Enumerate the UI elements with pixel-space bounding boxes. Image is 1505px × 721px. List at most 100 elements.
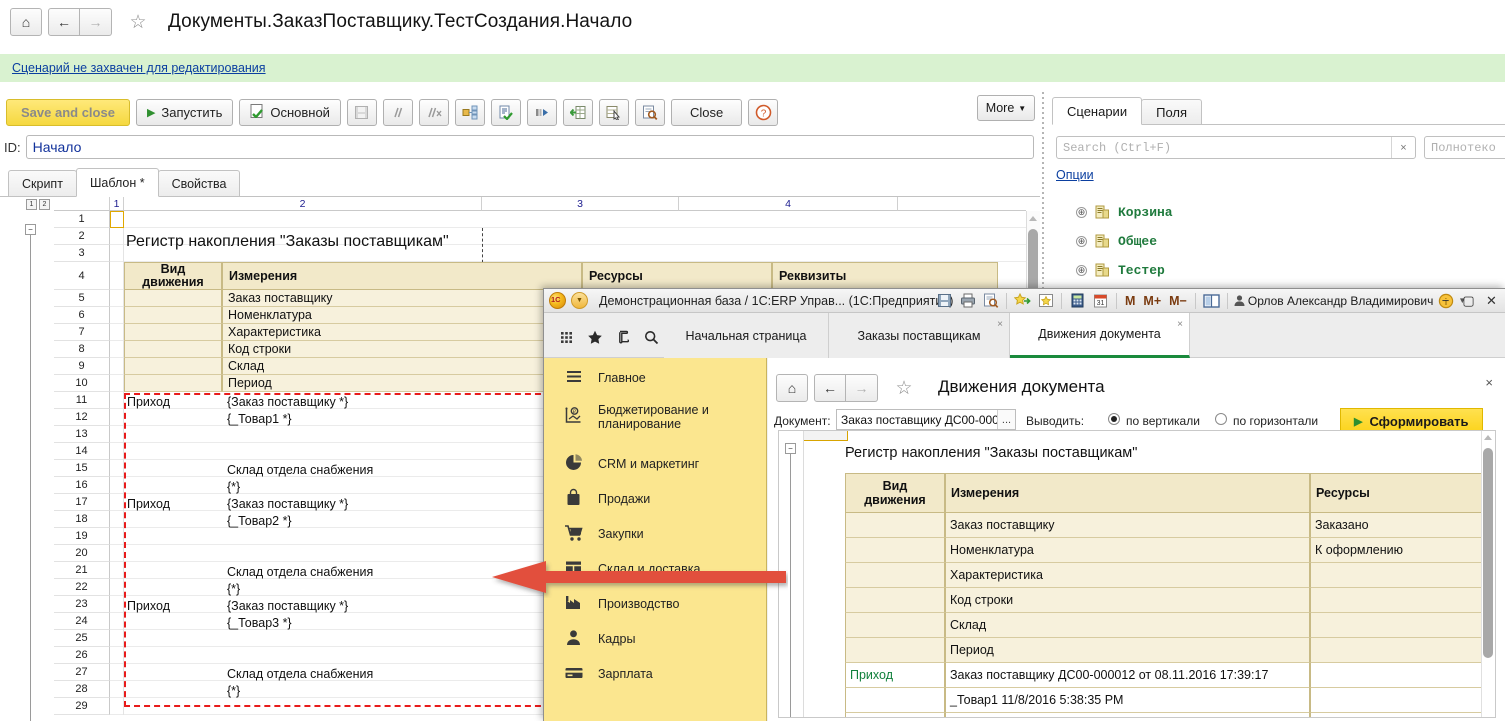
save-and-close-button[interactable]: Save and close <box>6 99 130 126</box>
sidebar-item-budgeting[interactable]: ₽ Бюджетирование и планирование <box>544 395 767 439</box>
scroll-up-arrow-icon[interactable] <box>1484 435 1492 440</box>
help-icon[interactable]: ? <box>748 99 778 126</box>
sidebar-item-warehouse[interactable]: Склад и доставка <box>544 551 767 586</box>
memory-recall-button[interactable]: M <box>1122 294 1138 308</box>
insert-table-icon[interactable] <box>563 99 593 126</box>
options-link[interactable]: Опции <box>1056 168 1094 182</box>
favorite-star-icon[interactable]: ☆ <box>124 8 152 36</box>
star-icon[interactable] <box>582 326 608 348</box>
row-header[interactable]: 26 <box>54 647 110 664</box>
column-header-4[interactable]: 4 <box>679 197 898 211</box>
search-input[interactable] <box>1057 137 1391 158</box>
structure-tree-icon[interactable] <box>455 99 485 126</box>
main-button[interactable]: Основной <box>239 99 341 126</box>
report-spreadsheet[interactable]: − Регистр накопления "Заказы поставщикам… <box>778 430 1496 718</box>
row-header[interactable]: 18 <box>54 511 110 528</box>
tab-document-movements[interactable]: Движения документа × <box>1010 313 1190 358</box>
row-header[interactable]: 29 <box>54 698 110 715</box>
document-picker-button[interactable]: ... <box>997 410 1015 429</box>
home-icon[interactable]: ⌂ <box>776 374 808 402</box>
column-header-1[interactable]: 1 <box>110 197 124 211</box>
memory-subtract-button[interactable]: M− <box>1166 294 1190 308</box>
print-icon[interactable] <box>957 291 978 310</box>
row-header[interactable]: 22 <box>54 579 110 596</box>
report-outline-collapse[interactable]: − <box>785 443 796 454</box>
row-header[interactable]: 19 <box>54 528 110 545</box>
calculator-icon[interactable] <box>1067 291 1088 310</box>
row-header[interactable]: 6 <box>54 307 110 324</box>
row-header[interactable]: 28 <box>54 681 110 698</box>
more-button[interactable]: More ▼ <box>977 95 1035 121</box>
back-icon[interactable]: ← <box>814 374 846 402</box>
corner-cell[interactable] <box>54 197 110 211</box>
row-header[interactable]: 21 <box>54 562 110 579</box>
favorite-icon[interactable] <box>1035 291 1056 310</box>
row-header[interactable]: 9 <box>54 358 110 375</box>
inner-window-titlebar[interactable]: ▼ Демонстрационная база / 1C:ERP Управ..… <box>544 289 1505 313</box>
sidebar-item-hr[interactable]: Кадры <box>544 621 767 656</box>
comment-slashes-icon[interactable] <box>383 99 413 126</box>
expand-icon[interactable]: ⊕ <box>1076 236 1087 247</box>
row-header[interactable]: 14 <box>54 443 110 460</box>
favorite-star-icon[interactable]: ☆ <box>890 374 918 402</box>
tab-properties[interactable]: Свойства <box>158 170 241 197</box>
preview-icon[interactable] <box>980 291 1001 310</box>
clear-search-icon[interactable]: × <box>1391 137 1415 158</box>
search-doc-icon[interactable] <box>635 99 665 126</box>
row-header[interactable]: 25 <box>54 630 110 647</box>
row-header[interactable]: 27 <box>54 664 110 681</box>
row-header[interactable]: 2 <box>54 228 110 245</box>
sidebar-item-payroll[interactable]: Зарплата <box>544 656 767 691</box>
scroll-up-arrow-icon[interactable] <box>1029 216 1037 221</box>
sidebar-item-purchases[interactable]: Закупки <box>544 516 767 551</box>
column-header-5[interactable] <box>898 197 1026 211</box>
report-scrollbar-thumb[interactable] <box>1483 448 1493 658</box>
memory-add-button[interactable]: M+ <box>1140 294 1164 308</box>
row-header[interactable]: 20 <box>54 545 110 562</box>
window-menu-icon[interactable]: ▼ <box>571 292 588 309</box>
close-form-icon[interactable]: × <box>1485 375 1493 390</box>
close-tab-icon[interactable]: × <box>997 319 1003 330</box>
tab-home-page[interactable]: Начальная страница <box>664 313 829 358</box>
sidebar-item-crm[interactable]: CRM и маркетинг <box>544 446 767 481</box>
maximize-button[interactable]: ▢ <box>1457 291 1480 311</box>
tree-item-korzina[interactable]: ⊕ Корзина <box>1076 200 1173 224</box>
close-window-button[interactable]: ✕ <box>1480 291 1503 311</box>
group-level-1-button[interactable]: 1 <box>26 199 37 210</box>
expand-icon[interactable]: ⊕ <box>1076 265 1087 276</box>
calendar-icon[interactable]: 31 <box>1090 291 1111 310</box>
uncomment-slashes-icon[interactable] <box>419 99 449 126</box>
step-into-icon[interactable] <box>527 99 557 126</box>
column-header-2[interactable]: 2 <box>124 197 482 211</box>
tab-supplier-orders[interactable]: Заказы поставщикам × <box>829 313 1010 358</box>
row-header[interactable]: 16 <box>54 477 110 494</box>
row-header[interactable]: 8 <box>54 341 110 358</box>
expand-icon[interactable]: ⊕ <box>1076 207 1087 218</box>
sidebar-item-glavnoe[interactable]: Главное <box>544 360 767 395</box>
fulltext-search-input[interactable]: Полнотеко <box>1424 136 1505 159</box>
column-header-3[interactable]: 3 <box>482 197 679 211</box>
save-disk-icon[interactable] <box>347 99 377 126</box>
forward-icon[interactable]: → <box>846 374 878 402</box>
row-header[interactable]: 17 <box>54 494 110 511</box>
tab-fields[interactable]: Поля <box>1141 99 1202 125</box>
row-header[interactable]: 5 <box>54 290 110 307</box>
row-header[interactable]: 12 <box>54 409 110 426</box>
save-icon[interactable] <box>934 291 955 310</box>
row-header[interactable]: 4 <box>54 262 110 290</box>
row-header[interactable]: 1 <box>54 211 110 228</box>
sidebar-item-production[interactable]: Производство <box>544 586 767 621</box>
minimize-button[interactable]: − <box>1434 291 1457 311</box>
tab-script[interactable]: Скрипт <box>8 170 77 197</box>
row-header[interactable]: 23 <box>54 596 110 613</box>
run-button[interactable]: ▶ Запустить <box>136 99 233 126</box>
tree-item-tester[interactable]: ⊕ Тестер <box>1076 258 1165 282</box>
row-header[interactable]: 3 <box>54 245 110 262</box>
row-header[interactable]: 11 <box>54 392 110 409</box>
group-level-2-button[interactable]: 2 <box>39 199 50 210</box>
id-input[interactable]: Начало <box>26 135 1034 159</box>
close-tab-icon[interactable]: × <box>1177 319 1183 330</box>
sidebar-item-sales[interactable]: Продажи <box>544 481 767 516</box>
pointer-table-icon[interactable] <box>599 99 629 126</box>
tree-item-obshee[interactable]: ⊕ Общее <box>1076 229 1157 253</box>
